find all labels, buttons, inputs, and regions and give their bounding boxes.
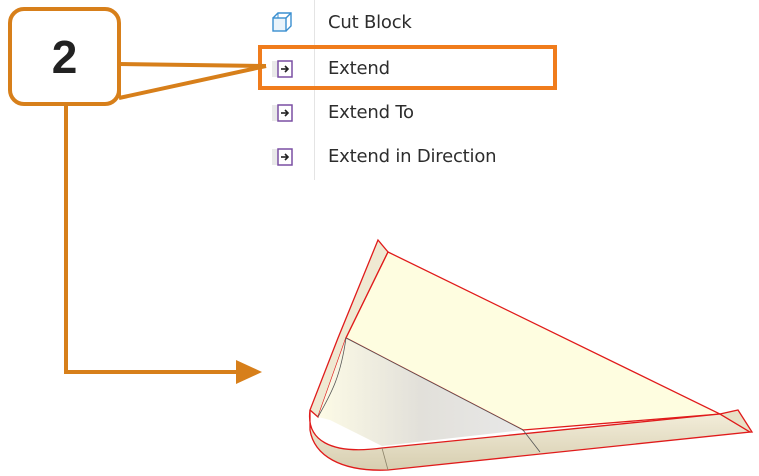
step-callout: 2 xyxy=(8,7,121,106)
arrow-connector xyxy=(64,104,262,384)
arrow-head-icon xyxy=(236,360,262,384)
model-3d-view xyxy=(308,238,754,471)
step-number: 2 xyxy=(51,30,78,83)
callout-leader xyxy=(117,62,267,100)
